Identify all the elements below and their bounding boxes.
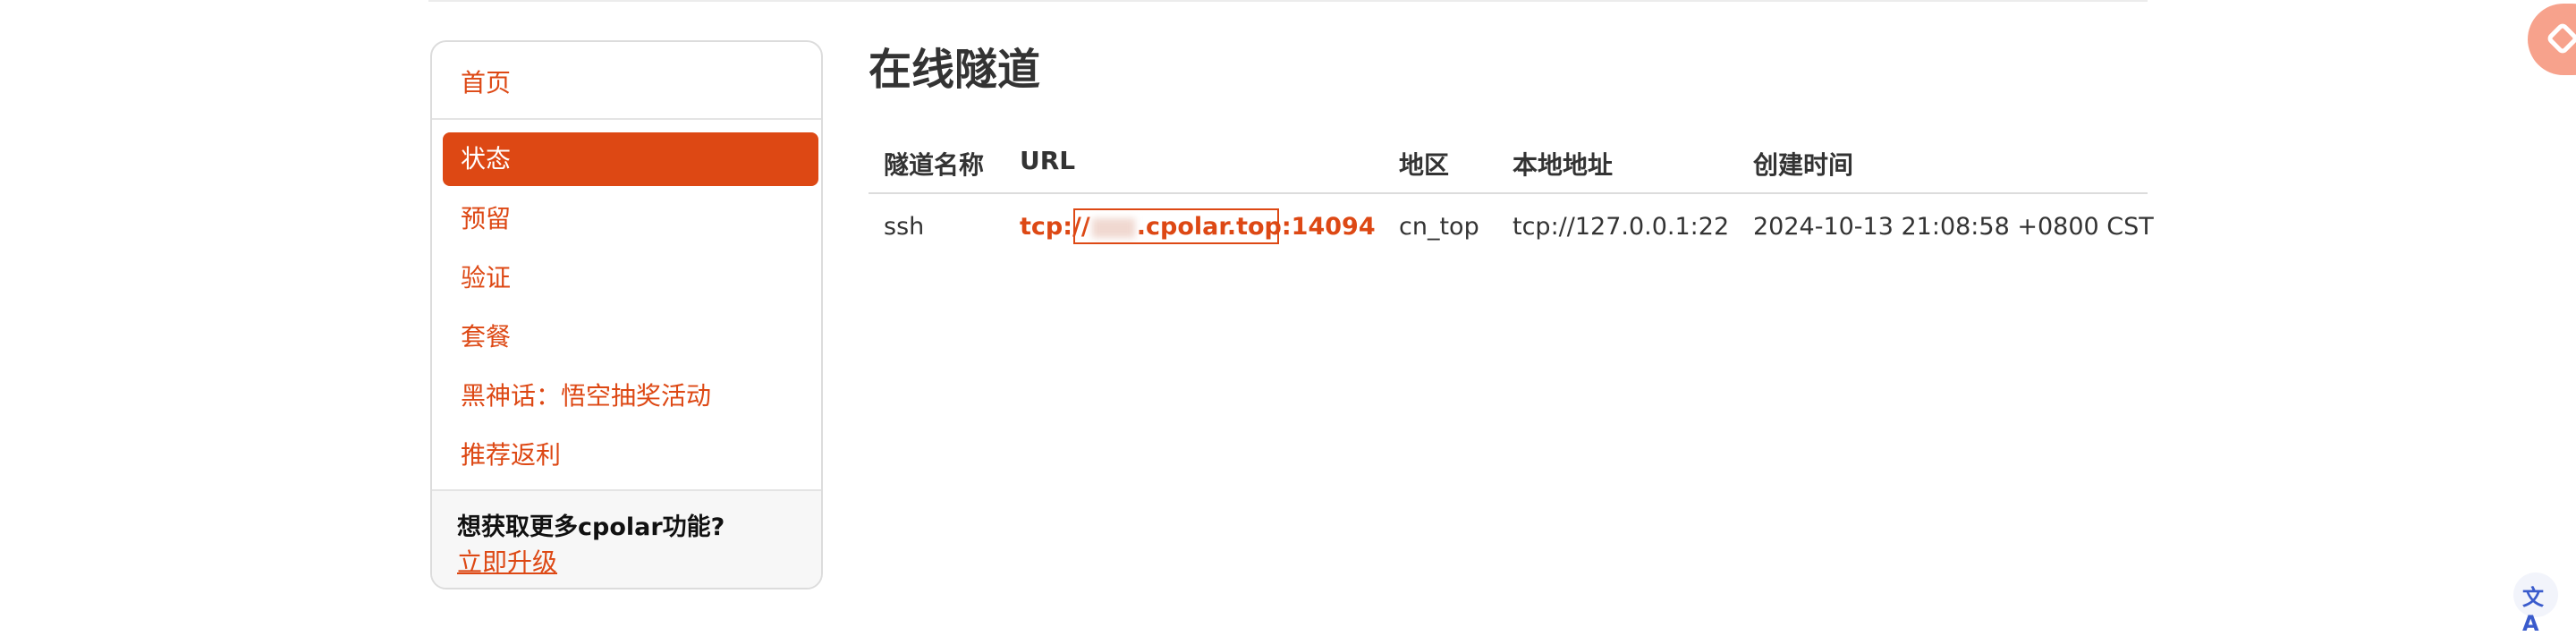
cell-created-time: 2024-10-13 21:08:58 +0800 CST — [1753, 213, 2154, 241]
table-header-divider — [869, 192, 2148, 194]
plugin-icon — [2547, 23, 2576, 54]
nav-item-lottery[interactable]: 黑神话：悟空抽奖活动 — [443, 369, 818, 423]
nav-item-auth[interactable]: 验证 — [443, 251, 818, 305]
upgrade-promo: 想获取更多cpolar功能? 立即升级 — [432, 489, 821, 588]
nav-item-reserved[interactable]: 预留 — [443, 192, 818, 246]
nav-item-plans[interactable]: 套餐 — [443, 310, 818, 364]
promo-title: 想获取更多cpolar功能? — [457, 513, 725, 541]
sidebar-divider — [432, 118, 821, 120]
nav-item-status[interactable]: 状态 — [443, 132, 818, 186]
floating-plugin-button[interactable] — [2528, 4, 2576, 75]
top-divider — [428, 0, 2148, 2]
cell-local-address: tcp://127.0.0.1:22 — [1513, 213, 1730, 241]
nav-item-referral[interactable]: 推荐返利 — [443, 428, 818, 482]
url-highlight-box — [1073, 208, 1279, 244]
cell-tunnel-name: ssh — [884, 213, 925, 241]
cell-region: cn_top — [1399, 213, 1479, 241]
translate-button[interactable]: 文A — [2513, 572, 2558, 636]
translate-icon: 文A — [2522, 585, 2544, 636]
upgrade-link[interactable]: 立即升级 — [457, 543, 557, 579]
sidebar: 首页 状态 预留 验证 套餐 黑神话：悟空抽奖活动 推荐返利 想获取更多cpol… — [430, 40, 823, 589]
column-header-name: 隧道名称 — [884, 150, 985, 180]
page-title: 在线隧道 — [869, 45, 1041, 95]
column-header-local: 本地地址 — [1513, 150, 1614, 180]
column-header-url: URL — [1020, 146, 1076, 175]
nav-home[interactable]: 首页 — [461, 64, 511, 99]
column-header-created: 创建时间 — [1753, 150, 1854, 180]
column-header-region: 地区 — [1399, 150, 1450, 180]
